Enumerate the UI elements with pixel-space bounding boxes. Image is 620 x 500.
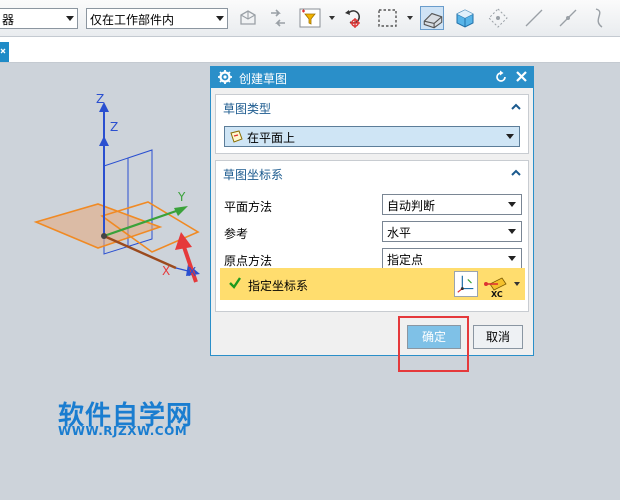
create-sketch-dialog: 创建草图 草图类型 在平面上 草图坐标系 平面方法 自动判断 参考 水平 原点方… (210, 66, 534, 356)
x-axis-label: X (188, 265, 196, 279)
watermark-url: WWW.RJZXW.COM (58, 424, 188, 438)
inferred-csys-icon[interactable]: XC (482, 270, 510, 299)
rectangle-select-icon[interactable] (376, 6, 400, 30)
chevron-down-icon (216, 16, 224, 21)
snap-arrows-icon[interactable] (266, 6, 290, 30)
chevron-up-icon[interactable] (510, 167, 522, 179)
chevron-down-icon (508, 256, 516, 261)
chevron-down-icon[interactable] (329, 16, 335, 20)
chevron-down-icon (508, 229, 516, 234)
reference-select[interactable]: 水平 (382, 221, 522, 242)
chevron-down-icon (508, 202, 516, 207)
section-title: 草图类型 (223, 102, 272, 116)
plane-method-select[interactable]: 自动判断 (382, 194, 522, 215)
dialog-title: 创建草图 (239, 72, 288, 86)
document-tab-strip (0, 37, 620, 63)
annotation-highlight-box (398, 316, 469, 372)
close-icon[interactable] (514, 69, 529, 85)
chevron-down-icon (66, 16, 74, 21)
plane-method-label: 平面方法 (224, 200, 273, 214)
selection-scope-select[interactable]: 仅在工作部件内 (86, 8, 228, 29)
tab-close-icon[interactable] (0, 42, 9, 62)
line-midpoint-icon[interactable] (556, 6, 580, 30)
reference-value: 水平 (387, 226, 412, 240)
gear-icon[interactable] (217, 69, 233, 85)
z-axis-label: Z (110, 120, 118, 134)
chevron-down-icon (506, 134, 514, 139)
reset-icon[interactable] (494, 70, 508, 84)
xc-badge: XC (491, 290, 503, 298)
z-axis-arrowhead (99, 136, 109, 146)
dialog-title-bar[interactable]: 创建草图 (211, 67, 533, 88)
sketch-on-plane-icon (229, 129, 244, 144)
line-tool-icon[interactable] (522, 6, 546, 30)
section-title: 草图坐标系 (223, 168, 284, 182)
x-axis-label: X (162, 264, 170, 278)
origin-method-value: 指定点 (387, 253, 424, 267)
type-filter-select[interactable]: 器 (0, 8, 78, 29)
undo-select-icon[interactable] (342, 6, 366, 30)
sketch-plane-fill (33, 203, 163, 249)
sketch-type-value: 在平面上 (247, 131, 296, 145)
view-cube-icon[interactable] (453, 6, 477, 30)
type-filter-value: 器 (2, 13, 15, 27)
chevron-down-icon[interactable] (407, 16, 413, 20)
sketch-type-section-header[interactable]: 草图类型 (216, 95, 528, 119)
sketch-type-section: 草图类型 在平面上 (215, 94, 529, 154)
specify-csys-label: 指定坐标系 (248, 279, 309, 293)
sketch-csys-section: 草图坐标系 平面方法 自动判断 参考 水平 原点方法 指定点 指定坐标系 XC (215, 160, 529, 312)
origin-method-label: 原点方法 (224, 254, 273, 268)
shaded-view-icon[interactable] (420, 6, 444, 30)
filter-funnel-icon[interactable] (298, 6, 322, 30)
origin-point (101, 233, 107, 239)
specify-csys-row[interactable]: 指定坐标系 XC (220, 268, 525, 300)
main-toolbar: 器 仅在工作部件内 (0, 0, 620, 37)
plane-method-value: 自动判断 (387, 199, 436, 213)
y-axis-arrowhead (174, 206, 188, 216)
sketch-csys-section-header[interactable]: 草图坐标系 (216, 161, 528, 185)
reference-label: 参考 (224, 227, 249, 241)
point-snap-icon[interactable] (486, 6, 510, 30)
csys-dialog-icon[interactable] (454, 271, 478, 297)
curve-tool-icon[interactable] (588, 6, 612, 30)
sketch-plane-preview: Z Z Y X X (33, 92, 200, 283)
z-axis-label: Z (96, 92, 104, 106)
origin-method-select[interactable]: 指定点 (382, 248, 522, 269)
cancel-button[interactable]: 取消 (473, 325, 523, 349)
sketch-type-select[interactable]: 在平面上 (224, 126, 520, 147)
y-axis-label: Y (177, 190, 186, 204)
select-feature-icon[interactable] (236, 6, 260, 30)
checkmark-icon (228, 276, 242, 290)
chevron-down-icon[interactable] (514, 282, 520, 286)
chevron-up-icon[interactable] (510, 101, 522, 113)
selection-scope-value: 仅在工作部件内 (90, 13, 175, 27)
